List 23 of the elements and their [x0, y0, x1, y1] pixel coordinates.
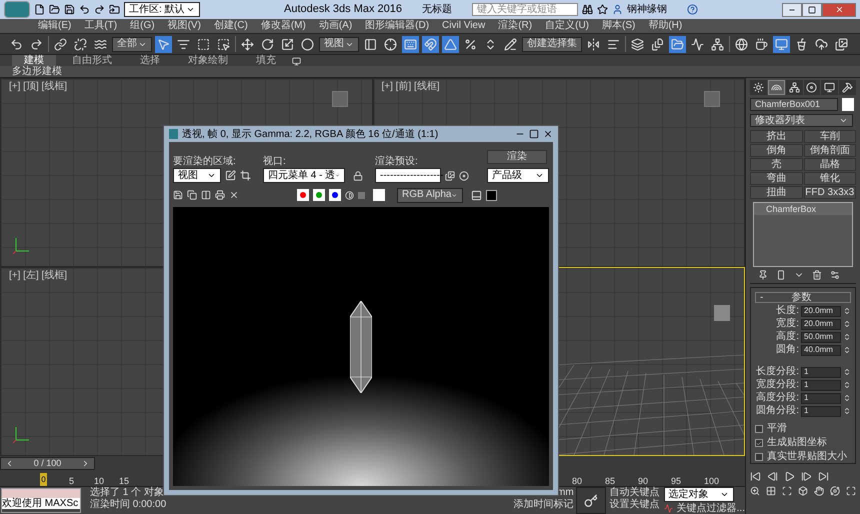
- status-render-time-text: 渲染时间 0:00:00: [90, 499, 168, 512]
- viewport-label: 视口:: [263, 157, 287, 167]
- parameter-label: 高度:: [776, 332, 799, 342]
- parameter-label: 宽度:: [776, 319, 799, 330]
- parameter-label: 长度分段:: [756, 367, 799, 378]
- timeline-tick-label: 5: [69, 476, 76, 486]
- timeline-tick-label: 10: [94, 476, 106, 486]
- parameter-label: 长度:: [776, 306, 799, 316]
- parameter-label: 圆角分段:: [756, 406, 799, 416]
- timeline-tick-label: 80: [572, 476, 584, 486]
- parameter-label: 高度分段:: [756, 393, 799, 404]
- timeline-tick-label: 95: [671, 476, 682, 486]
- timeline-tick-label: 100: [704, 476, 720, 486]
- timeline-tick-label: 15: [119, 476, 130, 486]
- parameter-label: 圆角:: [776, 345, 799, 356]
- timeline-tick-label: 85: [605, 476, 616, 486]
- parameter-label: 宽度分段:: [756, 380, 799, 390]
- preset-label: 渲染预设:: [375, 157, 419, 167]
- app-title: Autodesk 3ds Max 2016: [284, 2, 402, 18]
- area-label: 要渲染的区域:: [173, 157, 237, 167]
- timeline-tick-label: 90: [638, 476, 650, 486]
- document-title: 无标题: [422, 2, 452, 17]
- status-selection-text: 选择了 1 个 对象: [90, 487, 165, 498]
